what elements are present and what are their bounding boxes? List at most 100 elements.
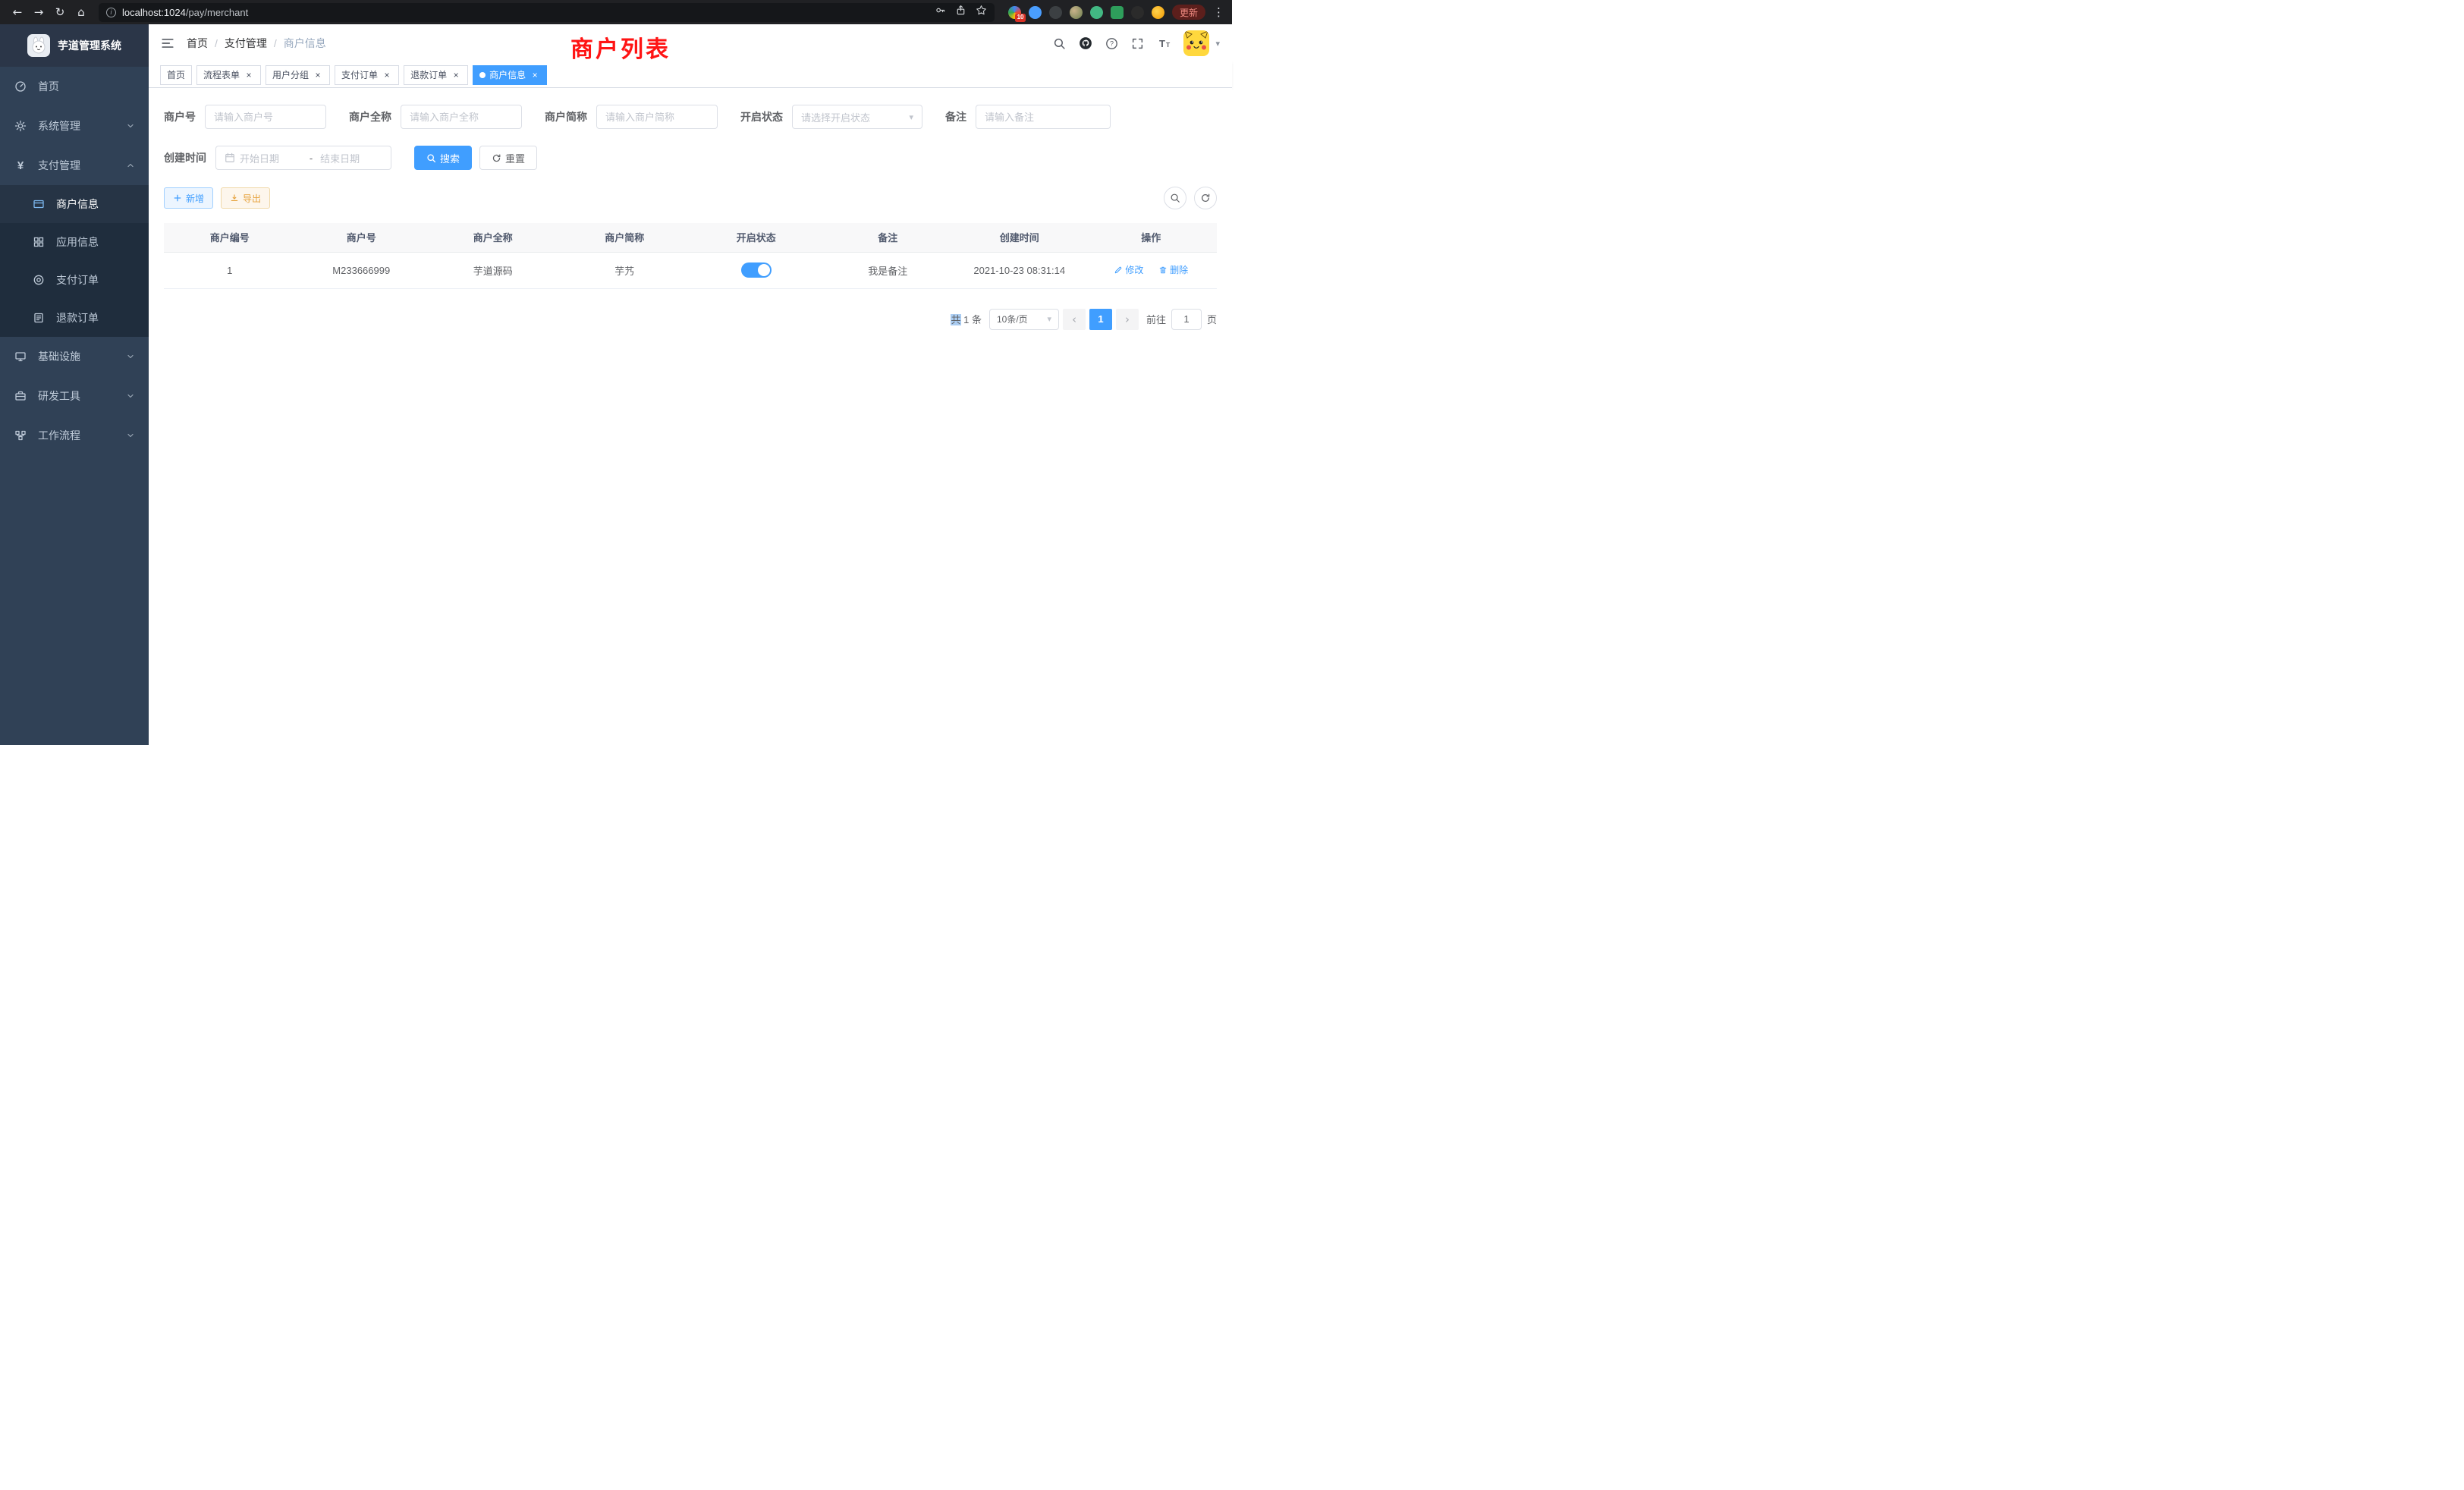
sidebar-item-infrastructure[interactable]: 基础设施 bbox=[0, 337, 149, 376]
browser-update-button[interactable]: 更新 bbox=[1172, 5, 1205, 20]
extension-icon[interactable] bbox=[1029, 6, 1042, 19]
reset-button[interactable]: 重置 bbox=[479, 146, 537, 170]
sidebar-item-pay-order[interactable]: 支付订单 bbox=[0, 261, 149, 299]
app-logo[interactable]: 芋道管理系统 bbox=[0, 24, 149, 67]
chevron-down-icon bbox=[126, 391, 135, 401]
short-name-input[interactable] bbox=[605, 112, 709, 123]
page-content: 商户号 商户全称 商户简称 开启状态 请选择开启状态 ▾ bbox=[149, 88, 1232, 745]
caret-down-icon[interactable]: ▾ bbox=[1215, 39, 1220, 49]
extension-icon[interactable] bbox=[1111, 6, 1124, 19]
short-name-field: 商户简称 bbox=[545, 105, 718, 129]
gear-icon bbox=[14, 120, 27, 132]
pagination-total: 共 1 条 bbox=[951, 312, 981, 326]
merchant-no-input[interactable] bbox=[214, 112, 317, 123]
sidebar-item-system[interactable]: 系统管理 bbox=[0, 106, 149, 146]
status-select[interactable]: 请选择开启状态 ▾ bbox=[792, 105, 922, 129]
add-button[interactable]: 新增 bbox=[164, 187, 213, 209]
hamburger-icon[interactable] bbox=[161, 36, 174, 50]
bookmark-star-icon[interactable] bbox=[976, 5, 987, 20]
font-size-icon[interactable]: TT bbox=[1157, 37, 1171, 50]
page-annotation: 商户列表 bbox=[570, 30, 671, 64]
tag-refund-order[interactable]: 退款订单× bbox=[404, 65, 468, 85]
browser-menu-icon[interactable]: ⋮ bbox=[1213, 5, 1224, 19]
forward-button[interactable]: → bbox=[29, 2, 49, 22]
tag-close-icon[interactable]: × bbox=[451, 70, 461, 80]
sidebar-item-merchant-info[interactable]: 商户信息 bbox=[0, 185, 149, 223]
cell-actions: 修改 删除 bbox=[1086, 252, 1218, 288]
extension-icon[interactable] bbox=[1070, 6, 1083, 19]
tag-close-icon[interactable]: × bbox=[313, 70, 323, 80]
address-bar[interactable]: i localhost:1024/pay/merchant bbox=[99, 3, 995, 22]
pay-order-icon bbox=[32, 274, 46, 286]
sidebar-item-label: 商户信息 bbox=[56, 196, 99, 212]
sidebar-item-workflow[interactable]: 工作流程 bbox=[0, 416, 149, 455]
column-header: 操作 bbox=[1086, 223, 1218, 252]
extension-icon[interactable] bbox=[1131, 6, 1144, 19]
tag-close-icon[interactable]: × bbox=[382, 70, 392, 80]
back-button[interactable]: ← bbox=[8, 2, 27, 22]
dashboard-icon bbox=[14, 80, 27, 93]
status-toggle[interactable] bbox=[741, 262, 772, 278]
full-name-field: 商户全称 bbox=[349, 105, 522, 129]
reload-button[interactable]: ↻ bbox=[50, 2, 70, 22]
prev-page-button[interactable]: ‹ bbox=[1063, 309, 1086, 330]
fullscreen-icon[interactable] bbox=[1131, 37, 1144, 50]
breadcrumb-item[interactable]: 首页 bbox=[187, 36, 208, 51]
end-date-placeholder: 结束日期 bbox=[320, 151, 382, 165]
share-icon[interactable] bbox=[955, 5, 966, 20]
yen-icon: ¥ bbox=[14, 159, 27, 172]
sidebar-item-app-info[interactable]: 应用信息 bbox=[0, 223, 149, 261]
cell-merchant-no: M233666999 bbox=[296, 252, 428, 288]
extension-icon[interactable]: 10 bbox=[1008, 6, 1021, 19]
site-info-icon[interactable]: i bbox=[106, 8, 116, 17]
tag-home[interactable]: 首页 bbox=[160, 65, 192, 85]
show-search-toggle-button[interactable] bbox=[1164, 187, 1186, 209]
sidebar-item-refund-order[interactable]: 退款订单 bbox=[0, 299, 149, 337]
search-button[interactable]: 搜索 bbox=[414, 146, 472, 170]
tag-close-icon[interactable]: × bbox=[244, 70, 254, 80]
tag-process-form[interactable]: 流程表单× bbox=[196, 65, 261, 85]
table-toolbar: 新增 导出 bbox=[164, 187, 1217, 209]
delete-link[interactable]: 删除 bbox=[1158, 263, 1188, 276]
top-navbar: 首页 / 支付管理 / 商户信息 商户列表 ? TT ▾ bbox=[149, 24, 1232, 62]
date-range-picker[interactable]: 开始日期 - 结束日期 bbox=[215, 146, 391, 170]
tag-merchant-info[interactable]: 商户信息× bbox=[473, 65, 547, 85]
extension-icon[interactable] bbox=[1152, 6, 1164, 19]
breadcrumb-item[interactable]: 支付管理 bbox=[225, 36, 267, 51]
goto-page-input[interactable] bbox=[1171, 309, 1202, 330]
chevron-down-icon: ▾ bbox=[1047, 314, 1051, 324]
sidebar-item-home[interactable]: 首页 bbox=[0, 67, 149, 106]
tag-pay-order[interactable]: 支付订单× bbox=[335, 65, 399, 85]
sidebar-item-payment[interactable]: ¥ 支付管理 bbox=[0, 146, 149, 185]
github-icon[interactable] bbox=[1079, 36, 1092, 50]
column-header: 创建时间 bbox=[954, 223, 1086, 252]
edit-link[interactable]: 修改 bbox=[1114, 263, 1143, 276]
refresh-button[interactable] bbox=[1194, 187, 1217, 209]
help-icon[interactable]: ? bbox=[1105, 37, 1118, 50]
tag-user-group[interactable]: 用户分组× bbox=[266, 65, 330, 85]
user-avatar[interactable] bbox=[1183, 30, 1209, 56]
cell-full-name: 芋道源码 bbox=[427, 252, 559, 288]
breadcrumb: 首页 / 支付管理 / 商户信息 bbox=[187, 36, 326, 51]
document-icon bbox=[32, 312, 46, 324]
page-size-select[interactable]: 10条/页 ▾ bbox=[989, 309, 1059, 330]
sidebar-item-devtools[interactable]: 研发工具 bbox=[0, 376, 149, 416]
full-name-input[interactable] bbox=[410, 112, 513, 123]
home-button[interactable]: ⌂ bbox=[71, 2, 91, 22]
extension-badge: 10 bbox=[1015, 14, 1026, 22]
svg-text:T: T bbox=[1159, 38, 1165, 49]
page-number-button[interactable]: 1 bbox=[1089, 309, 1112, 330]
card-icon bbox=[32, 198, 46, 210]
svg-text:?: ? bbox=[1110, 39, 1114, 47]
extension-icon[interactable] bbox=[1049, 6, 1062, 19]
next-page-button[interactable]: › bbox=[1116, 309, 1139, 330]
extension-icon[interactable] bbox=[1090, 6, 1103, 19]
export-button[interactable]: 导出 bbox=[221, 187, 270, 209]
logo-avatar bbox=[27, 34, 50, 57]
remark-input[interactable] bbox=[985, 112, 1102, 123]
breadcrumb-item-current: 商户信息 bbox=[284, 36, 326, 51]
search-icon[interactable] bbox=[1053, 37, 1066, 50]
password-key-icon[interactable] bbox=[935, 5, 946, 20]
chevron-up-icon bbox=[126, 161, 135, 170]
tag-close-icon[interactable]: × bbox=[530, 70, 540, 80]
